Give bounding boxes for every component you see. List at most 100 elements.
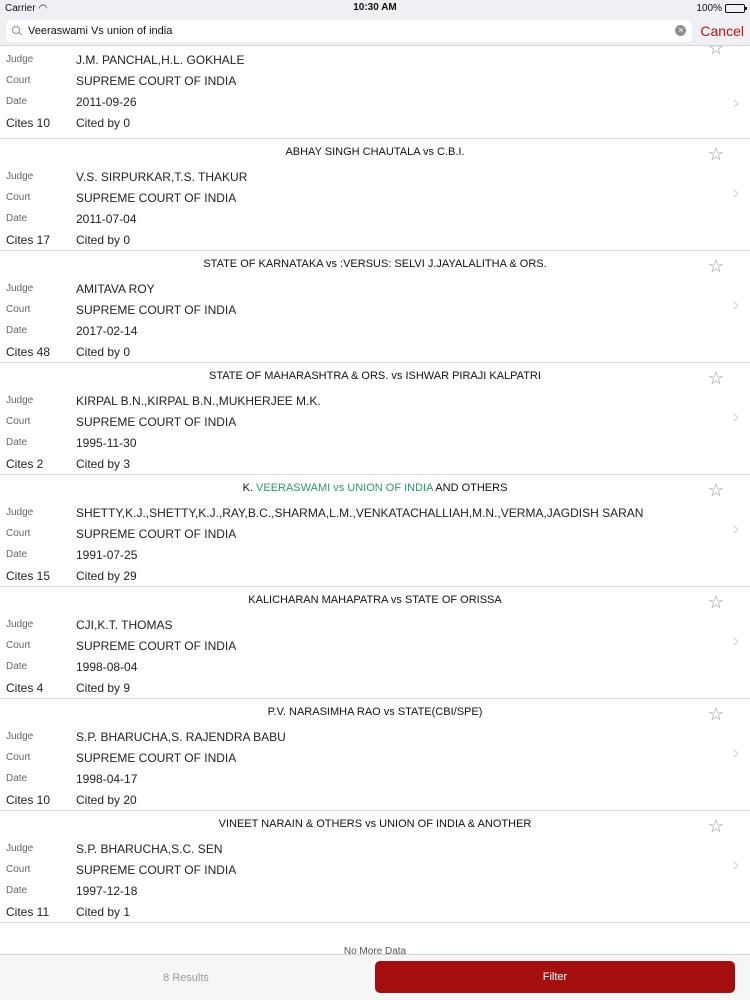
star-icon[interactable]: ☆ — [708, 257, 724, 275]
star-icon[interactable]: ☆ — [708, 46, 724, 57]
judge-label: Judge — [6, 171, 34, 182]
date-row: Date 1995-11-30 — [0, 432, 750, 453]
cancel-button[interactable]: Cancel — [700, 23, 744, 39]
court-label: Court — [6, 75, 31, 86]
cites-row: Cites 11 Cited by 1 — [0, 901, 750, 922]
date-label: Date — [6, 549, 28, 560]
search-input[interactable] — [28, 24, 670, 37]
case-title: KALICHARAN MAHAPATRA vs STATE OF ORISSA — [248, 594, 502, 606]
judge-label: Judge — [6, 619, 34, 630]
judge-value: CJI,K.T. THOMAS — [76, 617, 173, 632]
judge-row: Judge KIRPAL B.N.,KIRPAL B.N.,MUKHERJEE … — [0, 390, 750, 411]
cites-row: Cites 17 Cited by 0 — [0, 229, 750, 250]
chevron-right-icon: > — [733, 297, 739, 313]
chevron-right-icon: > — [733, 633, 739, 649]
cites-count: Cites 11 — [6, 904, 50, 919]
results-list[interactable]: Judge J.M. PANCHAL,H.L. GOKHALE Court SU… — [0, 46, 750, 954]
search-icon — [12, 25, 22, 36]
date-label: Date — [6, 773, 28, 784]
judge-label: Judge — [6, 395, 34, 406]
star-icon[interactable]: ☆ — [708, 593, 724, 611]
date-label: Date — [6, 885, 28, 896]
judge-value: KIRPAL B.N.,KIRPAL B.N.,MUKHERJEE M.K. — [76, 393, 321, 408]
cites-row: Cites 10 Cited by 0 — [0, 112, 750, 133]
date-label: Date — [6, 437, 28, 448]
search-box[interactable]: × — [6, 19, 693, 42]
judge-label: Judge — [6, 843, 34, 854]
cites-count: Cites 15 — [6, 568, 51, 583]
filter-button[interactable]: Filter — [375, 961, 735, 993]
star-icon[interactable]: ☆ — [708, 369, 724, 387]
results-count: 8 Results — [163, 971, 209, 984]
date-label: Date — [6, 96, 28, 107]
chevron-right-icon: > — [733, 95, 739, 111]
judge-value: AMITAVA ROY — [76, 281, 155, 296]
court-label: Court — [6, 752, 31, 763]
date-row: Date 1998-04-17 — [0, 768, 750, 789]
case-item[interactable]: VINEET NARAIN & OTHERS vs UNION OF INDIA… — [0, 811, 750, 923]
case-title: STATE OF KARNATAKA vs :VERSUS: SELVI J.J… — [203, 258, 547, 270]
case-title-highlight: VEERASWAMI vs UNION OF INDIA — [256, 482, 433, 494]
court-label: Court — [6, 192, 31, 203]
cites-count: Cites 48 — [6, 344, 51, 359]
search-bar: × Cancel — [0, 16, 750, 46]
cited-by-count: Cited by 3 — [76, 456, 131, 471]
court-row: Court SUPREME COURT OF INDIA — [0, 747, 750, 768]
date-row: Date 2017-02-14 — [0, 320, 750, 341]
date-value: 2011-07-04 — [76, 211, 137, 226]
cited-by-count: Cited by 20 — [76, 792, 137, 807]
judge-value: V.S. SIRPURKAR,T.S. THAKUR — [76, 169, 248, 184]
cites-row: Cites 4 Cited by 9 — [0, 677, 750, 698]
judge-row: Judge S.P. BHARUCHA,S. RAJENDRA BABU — [0, 726, 750, 747]
date-row: Date 1998-08-04 — [0, 656, 750, 677]
judge-value: S.P. BHARUCHA,S. RAJENDRA BABU — [76, 729, 286, 744]
chevron-right-icon: > — [733, 745, 739, 761]
date-value: 1995-11-30 — [76, 435, 137, 450]
court-row: Court SUPREME COURT OF INDIA — [0, 523, 750, 544]
star-icon[interactable]: ☆ — [708, 705, 724, 723]
case-item[interactable]: K. VEERASWAMI vs UNION OF INDIA AND OTHE… — [0, 475, 750, 587]
case-title: P.V. NARASIMHA RAO vs STATE(CBI/SPE) — [267, 706, 483, 718]
judge-value: SHETTY,K.J.,SHETTY,K.J.,RAY,B.C.,SHARMA,… — [76, 505, 644, 520]
case-item[interactable]: STATE OF KARNATAKA vs :VERSUS: SELVI J.J… — [0, 251, 750, 363]
date-row: Date 2011-09-26 — [0, 91, 750, 112]
chevron-right-icon: > — [733, 857, 739, 873]
court-value: SUPREME COURT OF INDIA — [76, 750, 237, 765]
cites-count: Cites 10 — [6, 115, 51, 130]
date-value: 1991-07-25 — [76, 547, 138, 562]
star-icon[interactable]: ☆ — [708, 145, 724, 163]
case-item[interactable]: KALICHARAN MAHAPATRA vs STATE OF ORISSA … — [0, 587, 750, 699]
case-title: K. VEERASWAMI vs UNION OF INDIA AND OTHE… — [0, 475, 750, 502]
court-label: Court — [6, 528, 31, 539]
judge-row: Judge S.P. BHARUCHA,S.C. SEN — [0, 838, 750, 859]
date-row: Date 2011-07-04 — [0, 208, 750, 229]
date-label: Date — [6, 325, 28, 336]
judge-row: Judge CJI,K.T. THOMAS — [0, 614, 750, 635]
status-bar: Carrier ◠ 10:30 AM 100% — [0, 0, 750, 16]
star-icon[interactable]: ☆ — [708, 817, 724, 835]
date-value: 2017-02-14 — [76, 323, 138, 338]
case-item[interactable]: ABHAY SINGH CHAUTALA vs C.B.I. Judge V.S… — [0, 139, 750, 251]
court-label: Court — [6, 864, 31, 875]
date-value: 2011-09-26 — [76, 94, 137, 109]
court-value: SUPREME COURT OF INDIA — [76, 302, 237, 317]
case-title-prefix: K. — [242, 482, 257, 494]
date-value: 1998-04-17 — [76, 771, 138, 786]
cites-count: Cites 17 — [6, 232, 51, 247]
bottom-bar: 8 Results Filter — [0, 954, 750, 1000]
court-row: Court SUPREME COURT OF INDIA — [0, 635, 750, 656]
judge-row: Judge J.M. PANCHAL,H.L. GOKHALE — [0, 49, 750, 70]
judge-value: J.M. PANCHAL,H.L. GOKHALE — [76, 52, 245, 67]
cited-by-count: Cited by 9 — [76, 680, 131, 695]
court-row: Court SUPREME COURT OF INDIA — [0, 859, 750, 880]
court-label: Court — [6, 640, 31, 651]
case-item[interactable]: P.V. NARASIMHA RAO vs STATE(CBI/SPE) Jud… — [0, 699, 750, 811]
case-item[interactable]: STATE OF MAHARASHTRA & ORS. vs ISHWAR PI… — [0, 363, 750, 475]
judge-label: Judge — [6, 283, 34, 294]
star-icon[interactable]: ☆ — [708, 481, 724, 499]
case-item[interactable]: Judge J.M. PANCHAL,H.L. GOKHALE Court SU… — [0, 46, 750, 139]
court-row: Court SUPREME COURT OF INDIA — [0, 299, 750, 320]
judge-label: Judge — [6, 731, 34, 742]
date-label: Date — [6, 213, 28, 224]
clear-icon[interactable]: × — [675, 25, 687, 36]
